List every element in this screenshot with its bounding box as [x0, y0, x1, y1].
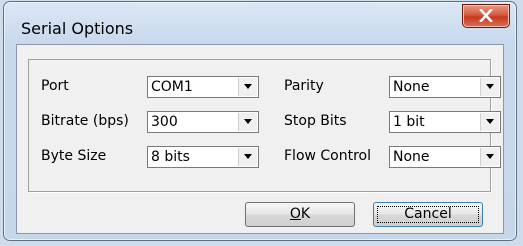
flow-control-value: None	[393, 149, 430, 165]
parity-value: None	[393, 79, 430, 95]
bitrate-label: Bitrate (bps)	[41, 113, 129, 129]
stop-bits-select[interactable]: 1 bit	[389, 111, 501, 133]
port-dropdown-button[interactable]	[238, 78, 257, 96]
stop-bits-dropdown-button[interactable]	[480, 113, 499, 131]
byte-size-select[interactable]: 8 bits	[147, 146, 259, 168]
window-title: Serial Options	[21, 19, 134, 38]
port-select[interactable]: COM1	[147, 76, 259, 98]
chevron-down-icon	[486, 119, 494, 124]
serial-options-window: Serial Options Port COM1 Bitrate (bps) 3…	[3, 1, 517, 241]
cancel-button[interactable]: Cancel	[373, 202, 483, 227]
bitrate-select[interactable]: 300	[147, 111, 259, 133]
stop-bits-label: Stop Bits	[284, 113, 347, 129]
chevron-down-icon	[486, 154, 494, 159]
bitrate-dropdown-button[interactable]	[238, 113, 257, 131]
chevron-down-icon	[244, 84, 252, 89]
title-bar[interactable]: Serial Options	[4, 2, 516, 46]
focus-rectangle	[377, 206, 479, 223]
port-value: COM1	[151, 79, 193, 95]
flow-control-label: Flow Control	[284, 148, 372, 164]
byte-size-dropdown-button[interactable]	[238, 148, 257, 166]
chevron-down-icon	[486, 84, 494, 89]
parity-dropdown-button[interactable]	[480, 78, 499, 96]
ok-label-rest: K	[300, 206, 311, 222]
flow-control-dropdown-button[interactable]	[480, 148, 499, 166]
dialog-client-area: Port COM1 Bitrate (bps) 300 Byte Size 8 …	[16, 44, 504, 234]
chevron-down-icon	[244, 154, 252, 159]
chevron-down-icon	[244, 119, 252, 124]
ok-mnemonic: O	[289, 206, 301, 222]
close-button[interactable]	[462, 4, 510, 28]
ok-button[interactable]: OK	[245, 202, 355, 227]
parity-label: Parity	[284, 78, 324, 94]
bitrate-value: 300	[151, 114, 178, 130]
close-icon	[479, 9, 493, 22]
stop-bits-value: 1 bit	[393, 114, 425, 130]
port-label: Port	[41, 78, 69, 94]
byte-size-value: 8 bits	[151, 149, 190, 165]
flow-control-select[interactable]: None	[389, 146, 501, 168]
byte-size-label: Byte Size	[41, 148, 107, 164]
parity-select[interactable]: None	[389, 76, 501, 98]
